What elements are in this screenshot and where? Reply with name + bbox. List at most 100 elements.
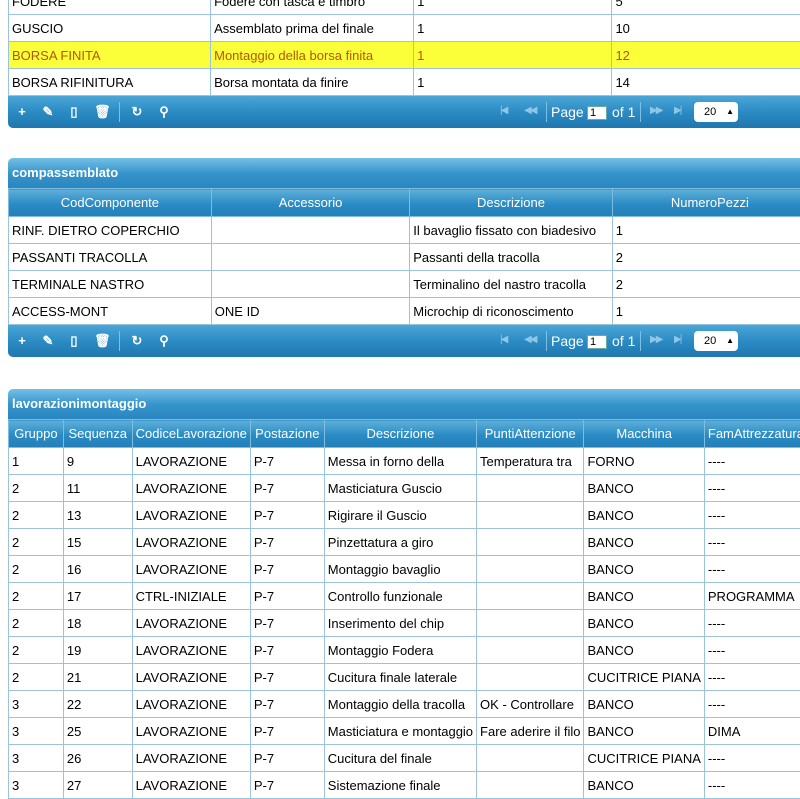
table-cell: Montaggio bavaglio <box>324 556 476 583</box>
last-page-icon[interactable]: ▶| <box>674 334 680 345</box>
column-header[interactable]: Descrizione <box>324 420 476 448</box>
table-cell: LAVORAZIONE <box>132 529 250 556</box>
table-cell: 2 <box>9 529 64 556</box>
table-cell: ---- <box>704 691 800 718</box>
table-row[interactable]: 326LAVORAZIONEP-7Cucitura del finaleCUCI… <box>9 745 800 772</box>
page-input[interactable]: 1 <box>587 106 607 120</box>
table-row[interactable]: 215LAVORAZIONEP-7Pinzettatura a giroBANC… <box>9 529 800 556</box>
select-arrows-icon: ▲▼ <box>726 102 734 128</box>
table-cell: 13 <box>63 502 132 529</box>
table-cell: Masticiatura e montaggio <box>324 718 476 745</box>
search-icon[interactable]: ⚲ <box>156 104 172 120</box>
table-row[interactable]: 219LAVORAZIONEP-7Montaggio FoderaBANCO--… <box>9 637 800 664</box>
table-cell: ACCESS-MONT <box>9 298 212 325</box>
table-cell: BANCO <box>584 475 704 502</box>
table-cell: 2 <box>612 271 800 298</box>
table-cell: Rigirare il Guscio <box>324 502 476 529</box>
table-row[interactable]: RINF. DIETRO COPERCHIOIl bavaglio fissat… <box>9 217 800 244</box>
table-cell: P-7 <box>250 745 324 772</box>
table-row[interactable]: 327LAVORAZIONEP-7Sistemazione finaleBANC… <box>9 772 800 799</box>
table-cell: P-7 <box>250 556 324 583</box>
table-cell <box>211 217 409 244</box>
table-row[interactable]: ACCESS-MONTONE IDMicrochip di riconoscim… <box>9 298 800 325</box>
column-header[interactable]: Sequenza <box>63 420 132 448</box>
table-cell: BANCO <box>584 718 704 745</box>
page-size-select[interactable]: 20▲▼ <box>694 102 738 122</box>
prev-page-icon[interactable]: ◀◀ <box>524 105 535 116</box>
first-page-icon[interactable]: |◀ <box>500 105 506 116</box>
table-cell: Montaggio Fodera <box>324 637 476 664</box>
column-header[interactable]: PuntiAttenzione <box>477 420 584 448</box>
view-icon[interactable]: ▯ <box>66 333 82 349</box>
delete-icon[interactable]: 🗑 <box>94 333 110 349</box>
table-cell: Fodere con tasca e timbro <box>211 0 414 15</box>
table-row[interactable]: 216LAVORAZIONEP-7Montaggio bavaglioBANCO… <box>9 556 800 583</box>
table-row[interactable]: 218LAVORAZIONEP-7Inserimento del chipBAN… <box>9 610 800 637</box>
pager-separator <box>640 102 641 122</box>
table-cell: P-7 <box>250 691 324 718</box>
column-header[interactable]: FamAttrezzatura <box>704 420 800 448</box>
table-row[interactable]: 221LAVORAZIONEP-7Cucitura finale lateral… <box>9 664 800 691</box>
add-icon[interactable]: + <box>14 104 30 120</box>
column-header[interactable]: Macchina <box>584 420 704 448</box>
table-cell: CTRL-INIZIALE <box>132 583 250 610</box>
table-row[interactable]: FODEREFodere con tasca e timbro15 <box>9 0 800 15</box>
table-cell: 5 <box>612 0 800 15</box>
column-header[interactable]: NumeroPezzi <box>612 189 800 217</box>
page-size-select[interactable]: 20▲▼ <box>694 331 738 351</box>
table-row[interactable]: 322LAVORAZIONEP-7Montaggio della tracoll… <box>9 691 800 718</box>
delete-icon[interactable]: 🗑 <box>94 104 110 120</box>
grid-compassemblato-table: CodComponenteAccessorioDescrizioneNumero… <box>8 188 800 325</box>
table-cell: 15 <box>63 529 132 556</box>
table-row[interactable]: 211LAVORAZIONEP-7Masticiatura GuscioBANC… <box>9 475 800 502</box>
table-row[interactable]: GUSCIOAssemblato prima del finale110 <box>9 15 800 42</box>
grid-lavorazionimontaggio: lavorazionimontaggio GruppoSequenzaCodic… <box>8 389 800 799</box>
table-cell: Terminalino del nastro tracolla <box>410 271 612 298</box>
table-cell: Messa in forno della <box>324 448 476 475</box>
table-cell: CUCITRICE PIANA <box>584 745 704 772</box>
column-header[interactable]: CodComponente <box>9 189 212 217</box>
column-header[interactable]: Postazione <box>250 420 324 448</box>
edit-icon[interactable]: ✎ <box>40 333 56 349</box>
refresh-icon[interactable]: ↻ <box>129 333 145 349</box>
table-cell <box>477 529 584 556</box>
page-of-label: of 1 <box>612 104 635 120</box>
table-row[interactable]: 325LAVORAZIONEP-7Masticiatura e montaggi… <box>9 718 800 745</box>
search-icon[interactable]: ⚲ <box>156 333 172 349</box>
next-page-icon[interactable]: ▶▶ <box>650 334 661 345</box>
table-cell: LAVORAZIONE <box>132 637 250 664</box>
prev-page-icon[interactable]: ◀◀ <box>524 334 535 345</box>
page-label: Page <box>551 104 584 120</box>
table-cell: LAVORAZIONE <box>132 745 250 772</box>
refresh-icon[interactable]: ↻ <box>129 104 145 120</box>
first-page-icon[interactable]: |◀ <box>500 334 506 345</box>
table-row[interactable]: BORSA FINITAMontaggio della borsa finita… <box>9 42 800 69</box>
add-icon[interactable]: + <box>14 333 30 349</box>
grid-title: lavorazionimontaggio <box>8 389 800 419</box>
table-cell: FORNO <box>584 448 704 475</box>
column-header[interactable]: Gruppo <box>9 420 64 448</box>
view-icon[interactable]: ▯ <box>66 104 82 120</box>
table-cell: 2 <box>9 556 64 583</box>
page-input[interactable]: 1 <box>587 335 607 349</box>
table-cell <box>477 556 584 583</box>
edit-icon[interactable]: ✎ <box>40 104 56 120</box>
table-cell: 10 <box>612 15 800 42</box>
table-cell: Cucitura del finale <box>324 745 476 772</box>
table-row[interactable]: 217CTRL-INIZIALEP-7Controllo funzionaleB… <box>9 583 800 610</box>
column-header[interactable]: CodiceLavorazione <box>132 420 250 448</box>
table-row[interactable]: BORSA RIFINITURABorsa montata da finire1… <box>9 69 800 96</box>
table-row[interactable]: 19LAVORAZIONEP-7Messa in forno dellaTemp… <box>9 448 800 475</box>
table-cell: BANCO <box>584 502 704 529</box>
last-page-icon[interactable]: ▶| <box>674 105 680 116</box>
next-page-icon[interactable]: ▶▶ <box>650 105 661 116</box>
table-row[interactable]: TERMINALE NASTROTerminalino del nastro t… <box>9 271 800 298</box>
grid-compassemblato: compassemblato CodComponenteAccessorioDe… <box>8 158 800 357</box>
table-row[interactable]: 213LAVORAZIONEP-7Rigirare il GuscioBANCO… <box>9 502 800 529</box>
table-cell: 1 <box>414 69 612 96</box>
column-header[interactable]: Accessorio <box>211 189 409 217</box>
column-header[interactable]: Descrizione <box>410 189 612 217</box>
table-cell: P-7 <box>250 637 324 664</box>
table-row[interactable]: PASSANTI TRACOLLAPassanti della tracolla… <box>9 244 800 271</box>
table-cell: ONE ID <box>211 298 409 325</box>
